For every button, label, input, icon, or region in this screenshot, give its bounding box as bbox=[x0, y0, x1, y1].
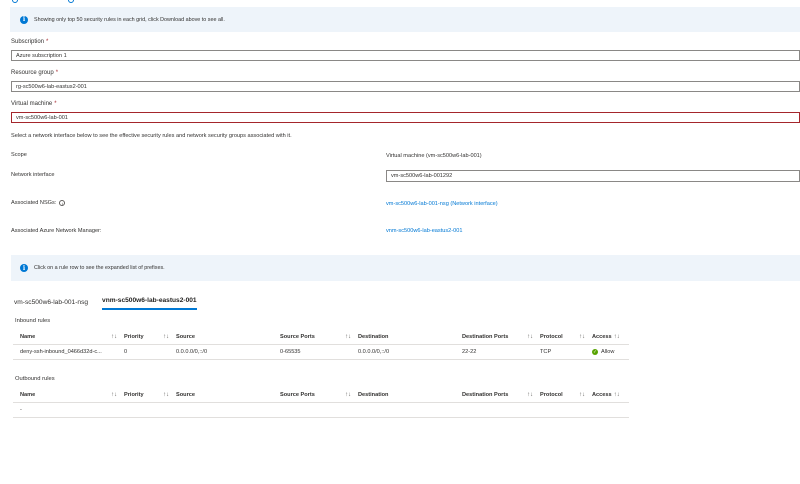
associated-nsgs-label: Associated NSGs: i bbox=[11, 200, 66, 206]
sort-icon[interactable]: ↑↓ bbox=[614, 334, 620, 340]
col-source-ports[interactable]: Source Ports ↑↓ bbox=[273, 334, 351, 340]
network-manager-link[interactable]: vnm-sc500w6-lab-eastus2-001 bbox=[386, 228, 463, 234]
table-row: - bbox=[13, 403, 629, 418]
col-destination[interactable]: Destination bbox=[351, 334, 455, 340]
col-protocol[interactable]: Protocol ↑↓ bbox=[533, 392, 585, 398]
virtual-machine-label: Virtual machine * bbox=[11, 101, 57, 107]
col-name[interactable]: Name ↑↓ bbox=[13, 334, 117, 340]
inbound-rules-grid: Name ↑↓ Priority ↑↓ Source Source Ports ↑↓ … bbox=[13, 330, 629, 360]
rule-name: - bbox=[20, 407, 22, 413]
virtual-machine-select[interactable]: vm-sc500w6-lab-001 bbox=[11, 112, 800, 123]
info-icon: i bbox=[20, 264, 28, 272]
scope-value: Virtual machine (vm-sc500w6-lab-001) bbox=[386, 153, 482, 159]
inbound-rules-title: Inbound rules bbox=[15, 318, 51, 324]
col-source-ports[interactable]: Source Ports ↑↓ bbox=[273, 392, 351, 398]
tab-vm-nsg[interactable]: vm-sc500w6-lab-001-nsg bbox=[14, 296, 88, 310]
col-source[interactable]: Source bbox=[169, 392, 273, 398]
info-banner-text: Showing only top 50 security rules in ea… bbox=[34, 16, 225, 23]
subscription-select[interactable]: Azure subscription 1 bbox=[11, 50, 800, 61]
rule-name: deny-ssh-inbound_0466d32d-c... bbox=[20, 349, 102, 355]
grid-header: Name ↑↓ Priority ↑↓ Source Source Ports ↑↓ … bbox=[13, 388, 629, 403]
col-name[interactable]: Name ↑↓ bbox=[13, 392, 117, 398]
col-access[interactable]: Access ↑↓ bbox=[585, 392, 629, 398]
outbound-rules-title: Outbound rules bbox=[15, 376, 55, 382]
table-row[interactable]: deny-ssh-inbound_0466d32d-c... 0 0.0.0.0… bbox=[13, 345, 629, 360]
partial-icon bbox=[68, 0, 74, 3]
subscription-label: Subscription * bbox=[11, 39, 49, 45]
rule-destination-ports: 22-22 bbox=[462, 349, 477, 355]
associated-nsg-link[interactable]: vm-sc500w6-lab-001-nsg (Network interfac… bbox=[386, 201, 498, 207]
col-source[interactable]: Source bbox=[169, 334, 273, 340]
col-protocol[interactable]: Protocol ↑↓ bbox=[533, 334, 585, 340]
col-destination-ports[interactable]: Destination Ports ↑↓ bbox=[455, 334, 533, 340]
info-circle-icon[interactable]: i bbox=[59, 200, 66, 206]
check-circle-icon: ✓ bbox=[592, 349, 598, 355]
info-banner: i Showing only top 50 security rules in … bbox=[10, 7, 800, 32]
col-destination-ports[interactable]: Destination Ports ↑↓ bbox=[455, 392, 533, 398]
tab-network-manager[interactable]: vnm-sc500w6-lab-eastus2-001 bbox=[102, 294, 197, 310]
col-access[interactable]: Access ↑↓ bbox=[585, 334, 629, 340]
network-interface-label: Network interface bbox=[11, 172, 55, 178]
partial-icon bbox=[12, 0, 18, 3]
rule-source: 0.0.0.0/0,::/0 bbox=[176, 349, 208, 355]
col-priority[interactable]: Priority ↑↓ bbox=[117, 392, 169, 398]
rule-row-info-text: Click on a rule row to see the expanded … bbox=[34, 265, 165, 271]
resource-group-select[interactable]: rg-sc500w6-lab-eastus2-001 bbox=[11, 81, 800, 92]
resource-group-label: Resource group * bbox=[11, 70, 59, 76]
col-destination[interactable]: Destination bbox=[351, 392, 455, 398]
rule-source-ports: 0-65535 bbox=[280, 349, 301, 355]
sort-icon[interactable]: ↑↓ bbox=[614, 392, 620, 398]
network-manager-label: Associated Azure Network Manager: bbox=[11, 228, 102, 234]
rule-access: ✓ Allow bbox=[592, 349, 615, 355]
grid-header: Name ↑↓ Priority ↑↓ Source Source Ports ↑↓ … bbox=[13, 330, 629, 345]
rule-destination: 0.0.0.0/0,::/0 bbox=[358, 349, 390, 355]
rule-priority: 0 bbox=[124, 349, 128, 355]
rule-protocol: TCP bbox=[540, 349, 552, 355]
scope-label: Scope bbox=[11, 152, 27, 158]
rule-row-info-banner: i Click on a rule row to see the expande… bbox=[11, 255, 800, 281]
nic-hint-text: Select a network interface below to see … bbox=[11, 133, 292, 139]
info-icon: i bbox=[20, 15, 28, 24]
col-priority[interactable]: Priority ↑↓ bbox=[117, 334, 169, 340]
top-toolbar-fragment bbox=[10, 0, 74, 3]
network-interface-select[interactable]: vm-sc500w6-lab-001292 bbox=[386, 170, 800, 182]
nsg-tabs: vm-sc500w6-lab-001-nsg vnm-sc500w6-lab-e… bbox=[14, 294, 211, 310]
outbound-rules-grid: Name ↑↓ Priority ↑↓ Source Source Ports ↑↓ … bbox=[13, 388, 629, 418]
